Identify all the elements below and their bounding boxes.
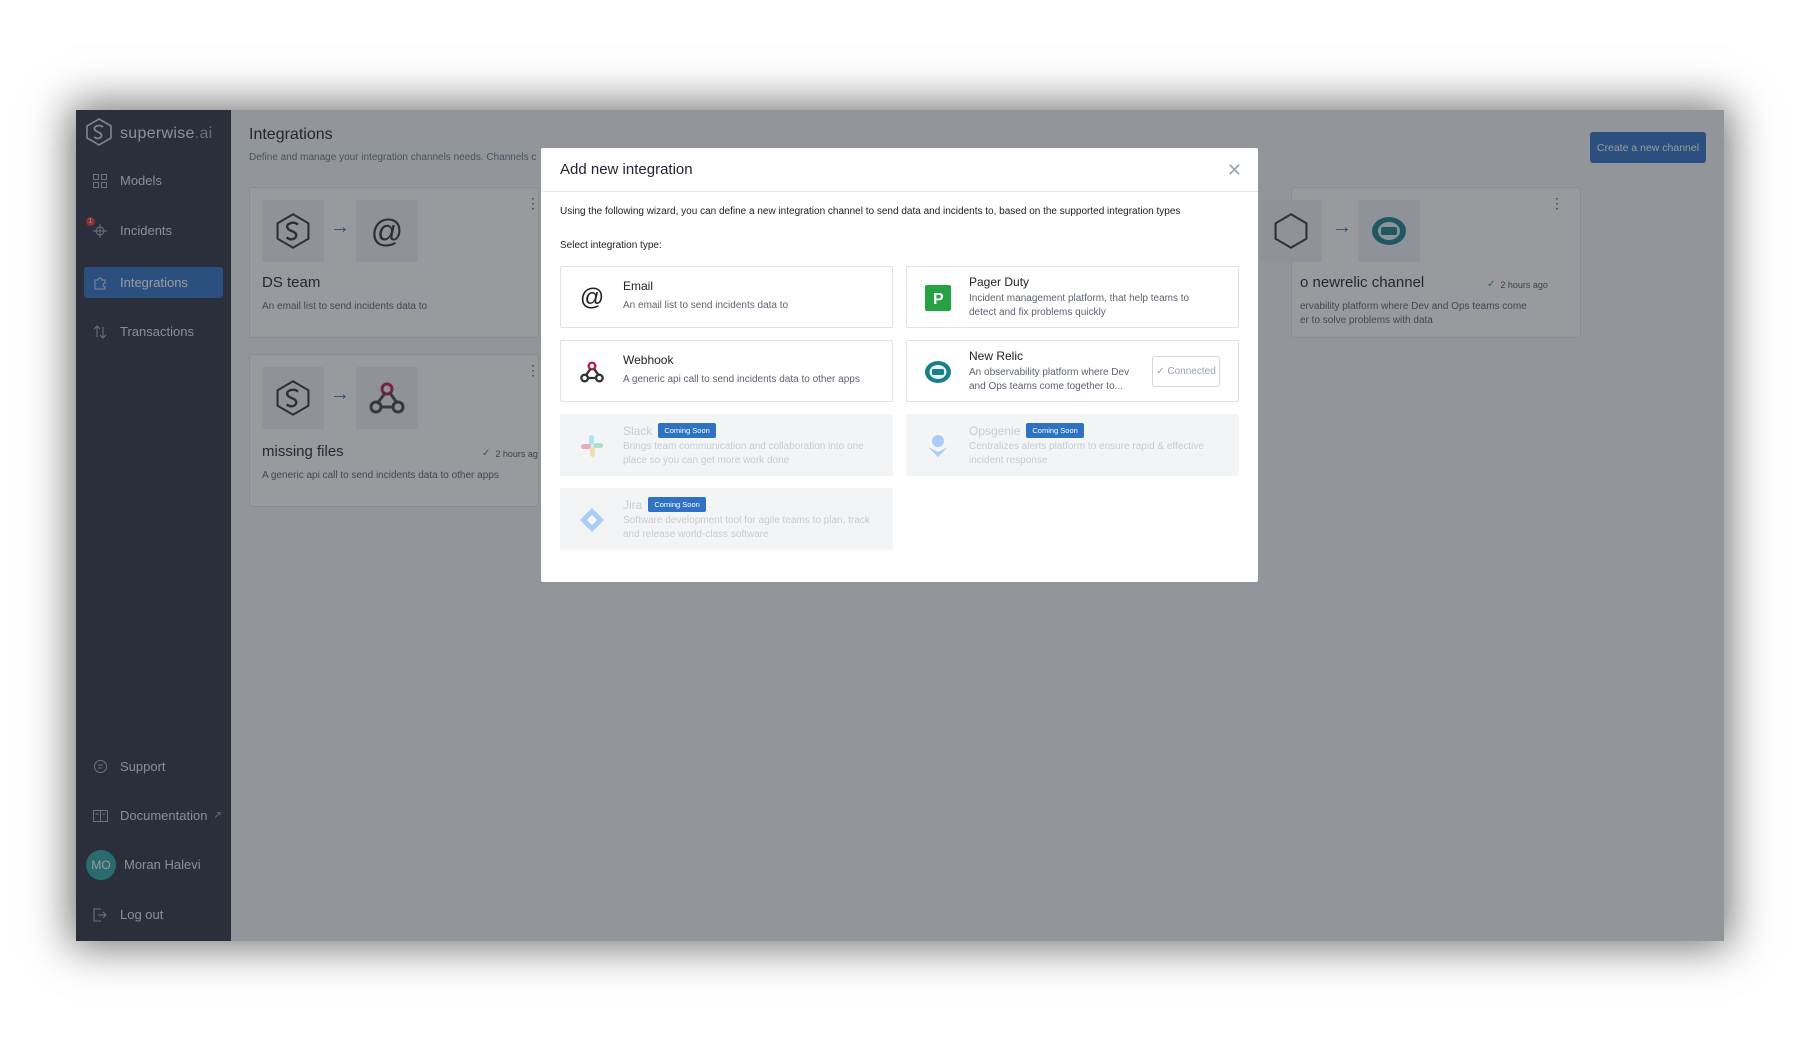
jira-icon — [577, 505, 607, 535]
option-description: Software development tool for agile team… — [623, 515, 870, 540]
option-description: A generic api call to send incidents dat… — [623, 374, 860, 385]
option-title: Opsgenie Coming Soon — [969, 423, 1084, 438]
integration-option-email[interactable]: @ Email An email list to send incidents … — [560, 266, 893, 328]
modal-header: Add new integration — [541, 148, 1258, 192]
integration-option-webhook[interactable]: Webhook A generic api call to send incid… — [560, 340, 893, 402]
webhook-icon — [577, 357, 607, 387]
integration-option-jira: Jira Coming Soon Software development too… — [560, 488, 893, 550]
option-title: Jira Coming Soon — [623, 497, 706, 512]
at-icon: @ — [579, 284, 605, 311]
option-name: Webhook — [623, 353, 674, 367]
option-title: Pager Duty — [969, 275, 1029, 289]
connected-status-button[interactable]: ✓ Connected — [1152, 356, 1220, 387]
integration-option-newrelic[interactable]: New Relic An observability platform wher… — [906, 340, 1239, 402]
integration-option-pagerduty[interactable]: P Pager Duty Incident management platfor… — [906, 266, 1239, 328]
option-name: Slack — [623, 423, 653, 438]
option-name: Jira — [623, 497, 643, 512]
coming-soon-badge: Coming Soon — [1026, 423, 1084, 438]
integration-option-slack: Slack Coming Soon Brings team communicati… — [560, 414, 893, 476]
svg-text:P: P — [933, 291, 944, 308]
option-name: New Relic — [969, 349, 1024, 363]
coming-soon-badge: Coming Soon — [658, 423, 716, 438]
modal-intro-text: Using the following wizard, you can defi… — [560, 206, 1181, 217]
integration-option-opsgenie: Opsgenie Coming Soon Centralizes alerts p… — [906, 414, 1239, 476]
newrelic-icon — [923, 357, 953, 387]
option-name: Email — [623, 279, 654, 293]
close-icon[interactable]: ✕ — [1227, 160, 1242, 181]
option-title: New Relic — [969, 349, 1023, 363]
modal-title: Add new integration — [560, 161, 693, 178]
option-description: Centralizes alerts platform to ensure ra… — [969, 441, 1204, 466]
option-description: Brings team communication and collaborat… — [623, 441, 864, 466]
select-type-label: Select integration type: — [560, 240, 662, 251]
option-title: Slack Coming Soon — [623, 423, 716, 438]
slack-icon — [577, 431, 607, 461]
coming-soon-badge: Coming Soon — [648, 497, 706, 512]
option-title: Email — [623, 279, 653, 293]
app-window: superwise.ai Models 1 Incidents Integrat… — [76, 110, 1724, 941]
option-title: Webhook — [623, 353, 673, 367]
opsgenie-icon — [923, 431, 953, 461]
option-name: Pager Duty — [969, 275, 1030, 289]
option-description: An email list to send incidents data to — [623, 300, 789, 311]
option-name: Opsgenie — [969, 423, 1021, 438]
option-description: An observability platform where Dev and … — [969, 367, 1130, 392]
pagerduty-icon: P — [923, 283, 953, 313]
option-description: Incident management platform, that help … — [969, 293, 1190, 318]
add-integration-modal: Add new integration ✕ Using the followin… — [541, 148, 1258, 582]
